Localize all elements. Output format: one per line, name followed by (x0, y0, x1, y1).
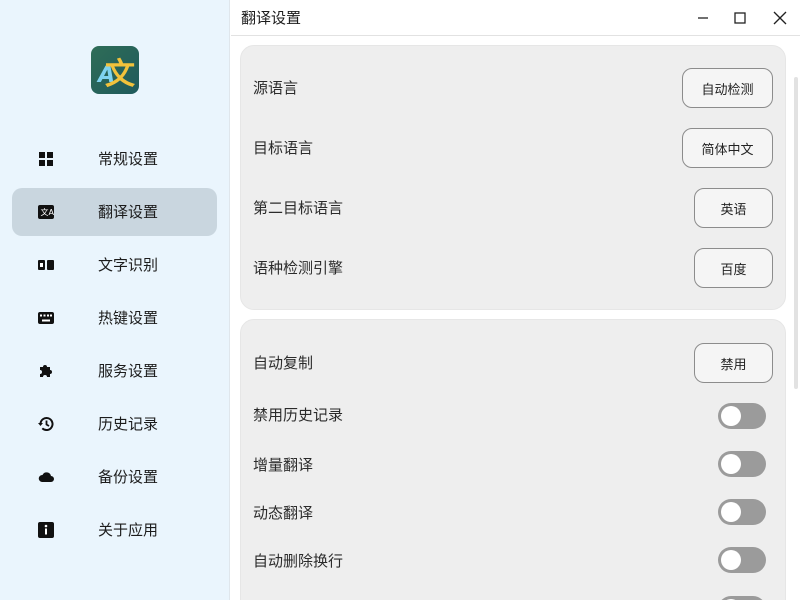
incremental-translate-label: 增量翻译 (253, 456, 314, 474)
sidebar-item-label: 服务设置 (98, 362, 159, 380)
detect-engine-label: 语种检测引擎 (253, 259, 344, 277)
sidebar-item-about[interactable]: 关于应用 (12, 506, 217, 554)
sidebar-item-label: 常规设置 (98, 150, 159, 168)
sidebar-item-service[interactable]: 服务设置 (12, 347, 217, 395)
settings-content: 源语言 自动检测 目标语言 简体中文 第二目标语言 英语 语种检测引擎 百度 自… (231, 37, 800, 600)
sidebar-item-label: 文字识别 (98, 256, 159, 274)
sidebar-item-general[interactable]: 常规设置 (12, 135, 217, 183)
title-bar: 翻译设置 (231, 0, 800, 36)
minimize-icon[interactable] (693, 8, 713, 28)
sidebar-item-label: 热键设置 (98, 309, 159, 327)
source-language-label: 源语言 (253, 79, 299, 97)
next-option-toggle[interactable] (718, 596, 766, 600)
keyboard-icon (38, 312, 54, 324)
sidebar-item-history[interactable]: 历史记录 (12, 400, 217, 448)
sidebar-item-label: 关于应用 (98, 521, 159, 539)
sidebar-item-hotkey[interactable]: 热键设置 (12, 294, 217, 342)
cloud-icon (38, 472, 54, 482)
disable-history-label: 禁用历史记录 (253, 406, 344, 424)
sidebar-item-backup[interactable]: 备份设置 (12, 453, 217, 501)
incremental-translate-toggle[interactable] (718, 451, 766, 477)
scrollbar[interactable] (794, 77, 798, 389)
second-target-language-label: 第二目标语言 (253, 199, 344, 217)
source-language-select[interactable]: 自动检测 (682, 68, 773, 108)
sidebar-item-label: 备份设置 (98, 468, 159, 486)
grid-icon (39, 152, 53, 166)
translate-icon: 文A (38, 205, 55, 219)
second-target-language-select[interactable]: 英语 (694, 188, 773, 228)
target-language-select[interactable]: 简体中文 (682, 128, 773, 168)
window-title: 翻译设置 (241, 9, 302, 27)
sidebar-item-translate[interactable]: 文A 翻译设置 (12, 188, 217, 236)
history-icon (38, 417, 54, 431)
sidebar-item-ocr[interactable]: 文字识别 (12, 241, 217, 289)
svg-text:文A: 文A (41, 207, 55, 217)
app-logo: A 文 (91, 46, 139, 94)
disable-history-toggle[interactable] (718, 403, 766, 429)
detect-engine-select[interactable]: 百度 (694, 248, 773, 288)
auto-copy-select[interactable]: 禁用 (694, 343, 773, 383)
target-language-label: 目标语言 (253, 139, 314, 157)
info-icon (38, 522, 54, 538)
ocr-icon (38, 260, 54, 270)
close-icon[interactable] (770, 8, 790, 28)
auto-copy-label: 自动复制 (253, 354, 314, 372)
auto-remove-newline-toggle[interactable] (718, 547, 766, 573)
translate-options-card: 自动复制 禁用 禁用历史记录 增量翻译 动态翻译 自动删除换行 (240, 319, 786, 600)
puzzle-icon (40, 365, 52, 377)
dynamic-translate-label: 动态翻译 (253, 504, 314, 522)
auto-remove-newline-label: 自动删除换行 (253, 552, 344, 570)
sidebar-item-label: 历史记录 (98, 415, 159, 433)
sidebar: A 文 常规设置 文A 翻译设置 文字识别 热键设置 服务设置 历史记录 备份设… (0, 0, 230, 600)
maximize-icon[interactable] (730, 8, 750, 28)
dynamic-translate-toggle[interactable] (718, 499, 766, 525)
sidebar-item-label: 翻译设置 (98, 203, 159, 221)
language-settings-card: 源语言 自动检测 目标语言 简体中文 第二目标语言 英语 语种检测引擎 百度 (240, 45, 786, 310)
